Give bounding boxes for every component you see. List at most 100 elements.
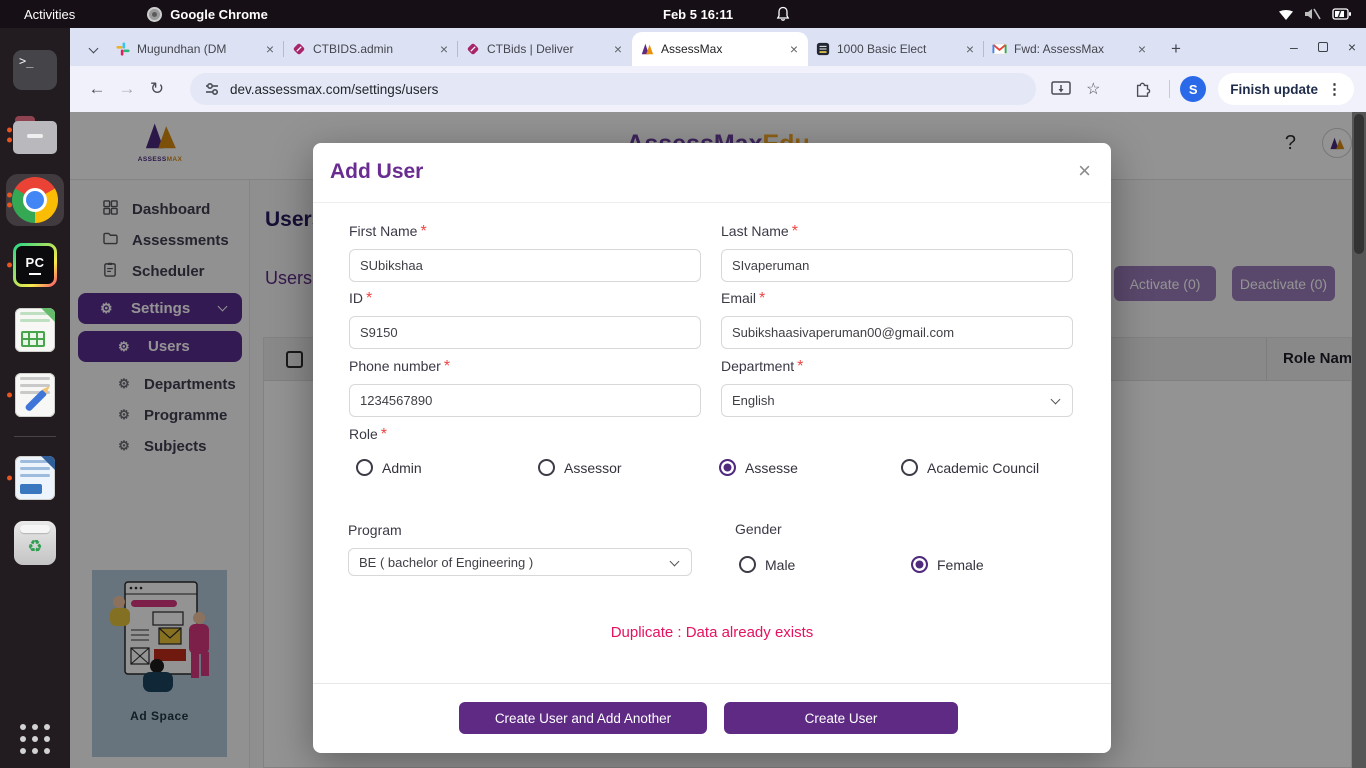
tab-assessmax[interactable]: AssessMax × [632,32,808,66]
radio-checked-icon [911,556,928,573]
gender-option-female[interactable]: Female [911,556,984,573]
role-field: Role* Admin Assessor Assesse [349,426,1073,476]
url-text: dev.assessmax.com/settings/users [230,82,438,97]
browser-menu-icon[interactable]: ⋮ [1327,80,1342,98]
radio-icon [739,556,756,573]
id-input[interactable] [349,316,701,349]
tab-close-icon[interactable]: × [964,41,976,57]
add-user-modal: Add User × First Name* Last Name* ID* Em… [313,143,1111,753]
role-option-assesse[interactable]: Assesse [719,459,901,476]
gender-options: Male Female [735,556,1087,573]
last-name-label: Last Name [721,223,789,239]
tab-search-button[interactable] [80,35,106,61]
system-top-bar: Activities Google Chrome Feb 5 16:11 [0,0,1366,28]
dock-divider [14,436,56,437]
tab-fwd-assessmax[interactable]: Fwd: AssessMax × [984,32,1156,66]
system-status-icons[interactable] [1278,7,1352,21]
tab-ctbids-deliver[interactable]: CTBids | Deliver × [458,32,632,66]
dock-files[interactable] [6,109,64,161]
activities-button[interactable]: Activities [24,7,75,22]
dock-trash[interactable]: ♻ [6,517,64,569]
tab-ctbids-admin[interactable]: CTBIDS.admin × [284,32,458,66]
tab-close-icon[interactable]: × [788,41,800,57]
bookmark-star-icon[interactable]: ☆ [1077,79,1109,99]
program-value: BE ( bachelor of Engineering ) [359,555,533,570]
tab-strip: Mugundhan (DM × CTBIDS.admin × CTBids | … [70,28,1366,66]
new-tab-button[interactable]: + [1162,35,1190,63]
toolbar-separator [1169,80,1170,98]
extensions-icon[interactable] [1127,80,1159,98]
running-dots [7,393,12,398]
close-window-button[interactable]: × [1348,39,1356,55]
minimize-button[interactable]: – [1290,39,1298,55]
last-name-field: Last Name* [721,223,1073,282]
dock-chrome[interactable] [6,174,64,226]
browser-window: Mugundhan (DM × CTBIDS.admin × CTBids | … [70,28,1366,768]
email-label: Email [721,290,756,306]
tab-1000-basic[interactable]: 1000 Basic Elect × [808,32,984,66]
scrollbar-thumb[interactable] [1354,114,1364,254]
role-option-academic-council[interactable]: Academic Council [901,459,1039,476]
tab-title: Fwd: AssessMax [1014,42,1129,56]
tab-close-icon[interactable]: × [1136,41,1148,57]
chrome-icon [147,7,162,22]
book-icon [816,42,830,56]
role-option-admin[interactable]: Admin [356,459,538,476]
gender-option-male[interactable]: Male [739,556,911,573]
tab-close-icon[interactable]: × [438,41,450,57]
clock[interactable]: Feb 5 16:11 [663,7,733,22]
dock-text-editor[interactable] [6,369,64,421]
close-icon[interactable]: × [1078,158,1091,184]
show-apps-button[interactable] [20,724,50,754]
create-user-add-another-button[interactable]: Create User and Add Another [459,702,707,734]
tab-close-icon[interactable]: × [612,41,624,57]
tab-close-icon[interactable]: × [264,41,276,57]
program-select[interactable]: BE ( bachelor of Engineering ) [348,548,692,576]
page-scrollbar[interactable] [1352,112,1366,768]
dock-pycharm[interactable]: PC [6,239,64,291]
tab-title: Mugundhan (DM [137,42,257,56]
forward-button[interactable]: → [112,79,142,99]
reload-button[interactable]: ↻ [142,79,172,99]
tab-mugundhan[interactable]: Mugundhan (DM × [108,32,284,66]
role-option-assessor[interactable]: Assessor [538,459,719,476]
install-icon[interactable] [1045,80,1077,98]
first-name-label: First Name [349,223,417,239]
tab-title: 1000 Basic Elect [837,42,957,56]
address-bar[interactable]: dev.assessmax.com/settings/users [190,73,1036,105]
pycharm-icon: PC [13,243,57,287]
required-asterisk: * [366,290,372,307]
required-asterisk: * [759,290,765,307]
focused-app-indicator[interactable]: Google Chrome [147,7,268,22]
department-value: English [732,393,775,408]
calc-icon [15,308,55,352]
dock-terminal[interactable]: >_ [6,44,64,96]
battery-icon [1332,8,1352,20]
error-message: Duplicate : Data already exists [313,624,1111,641]
profile-avatar[interactable]: S [1180,76,1206,102]
finish-update-label: Finish update [1230,82,1318,97]
dock-libreoffice-calc[interactable] [6,304,64,356]
department-select[interactable]: English [721,384,1073,417]
email-input[interactable] [721,316,1073,349]
last-name-input[interactable] [721,249,1073,282]
create-user-button[interactable]: Create User [724,702,958,734]
gender-label: Gender [735,521,782,537]
required-asterisk: * [444,358,450,375]
chrome-icon [12,177,58,223]
site-settings-icon[interactable] [204,82,220,96]
chevron-down-icon [670,557,680,567]
back-button[interactable]: ← [82,79,112,99]
dock-libreoffice-writer[interactable] [6,452,64,504]
notification-bell-icon [776,6,790,25]
required-asterisk: * [381,426,387,443]
volume-muted-icon [1304,7,1322,21]
role-option-label: Assessor [564,460,622,476]
first-name-input[interactable] [349,249,701,282]
restore-button[interactable] [1318,42,1328,52]
dock: >_ PC [0,28,70,768]
program-field: Program BE ( bachelor of Engineering ) [348,522,692,576]
email-field: Email* [721,290,1073,349]
phone-input[interactable] [349,384,701,417]
finish-update-button[interactable]: Finish update ⋮ [1218,73,1354,105]
